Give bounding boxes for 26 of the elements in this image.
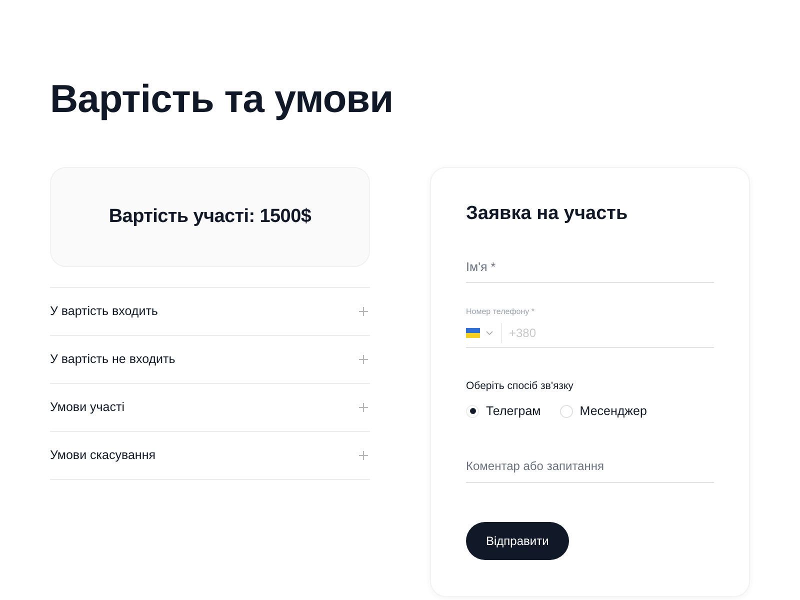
plus-icon [359, 403, 368, 412]
form-title: Заявка на участь [466, 202, 628, 226]
accordion-title: У вартість не входить [50, 351, 176, 368]
phone-label: Номер телефону * [466, 306, 535, 318]
radio-selected-icon[interactable] [466, 404, 479, 418]
page-heading: Вартість та умови [50, 77, 394, 123]
price-text: Вартість участі: 1500$ [108, 204, 312, 229]
submit-button[interactable]: Відправити [466, 522, 569, 560]
chevron-down-icon[interactable] [486, 331, 493, 335]
accordion-item[interactable]: У вартість входить [50, 287, 370, 335]
accordion-title: Умови скасування [50, 447, 156, 464]
contact-method-label: Оберіть спосіб зв'язку [466, 379, 574, 394]
comment-input[interactable]: Коментар або запитання [466, 449, 714, 483]
plus-icon [359, 355, 368, 364]
accordion-title: У вартість входить [50, 303, 158, 320]
contact-option[interactable]: Месенджер [560, 402, 647, 420]
plus-icon [359, 307, 368, 316]
accordion-item[interactable]: Умови скасування [50, 431, 370, 479]
contact-option[interactable]: Телеграм [466, 402, 541, 420]
flag-icon [466, 328, 480, 338]
accordion-item[interactable]: Умови участі [50, 383, 370, 431]
name-input[interactable]: Ім'я * [466, 251, 714, 283]
radio-icon[interactable] [560, 404, 573, 418]
accordion-item[interactable]: У вартість не входить [50, 335, 370, 383]
plus-icon [359, 451, 368, 460]
accordion-title: Умови участі [50, 399, 124, 416]
